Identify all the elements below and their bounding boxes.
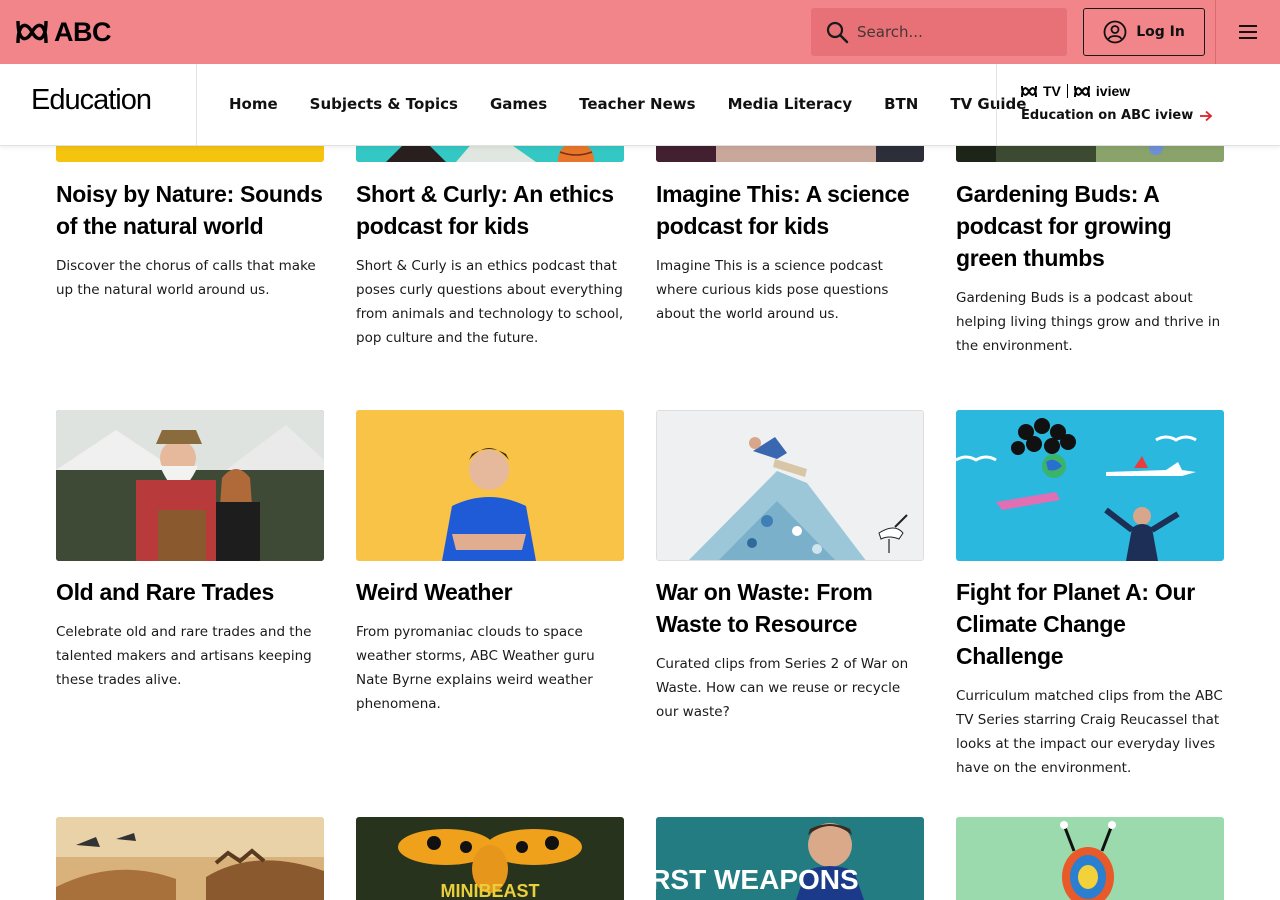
first-weapons-image: FIRST WEAPONS	[656, 817, 924, 900]
iview-promo[interactable]: TV iview Education on ABC iview	[1021, 83, 1213, 123]
login-button[interactable]: Log In	[1083, 8, 1205, 56]
card-title[interactable]: Imagine This: A science podcast for kids	[656, 178, 924, 242]
trades-image	[56, 410, 324, 561]
card-weird-weather[interactable]: Weird Weather From pyromaniac clouds to …	[356, 410, 624, 716]
minibeast-title-text: MINIBEAST	[441, 881, 540, 900]
card-old-and-rare-trades[interactable]: Old and Rare Trades Celebrate old and ra…	[56, 410, 324, 692]
search-input[interactable]	[857, 23, 1047, 41]
abc-wordmark: ABC	[54, 17, 112, 47]
card-title[interactable]: War on Waste: From Waste to Resource	[656, 576, 924, 640]
card-war-on-waste[interactable]: War on Waste: From Waste to Resource Cur…	[656, 410, 924, 724]
card-peacock-spider[interactable]	[956, 817, 1224, 900]
card-description: Short & Curly is an ethics podcast that …	[356, 258, 624, 346]
header-divider	[1215, 0, 1216, 64]
card-thumbnail[interactable]	[56, 817, 324, 900]
card-title[interactable]: Weird Weather	[356, 576, 624, 608]
card-gardening-buds[interactable]: Gardening Buds: A podcast for growing gr…	[956, 122, 1224, 358]
menu-button[interactable]	[1232, 18, 1264, 46]
waste-pile-image	[657, 411, 923, 560]
card-title[interactable]: Gardening Buds: A podcast for growing gr…	[956, 178, 1224, 274]
nav-link-tv-guide[interactable]: TV Guide	[950, 95, 1026, 113]
dinosaur-image	[56, 817, 324, 900]
nav-link-media-literacy[interactable]: Media Literacy	[728, 95, 853, 113]
planet-a-image	[956, 410, 1224, 561]
card-thumbnail[interactable]	[956, 410, 1224, 561]
nav-link-home[interactable]: Home	[229, 95, 278, 113]
card-minibeast[interactable]: MINIBEAST	[356, 817, 624, 900]
card-description: Gardening Buds is a podcast about helpin…	[956, 290, 1221, 354]
search-box[interactable]	[811, 8, 1067, 56]
arrow-right-icon	[1200, 110, 1213, 121]
abc-tv-logo: TV	[1043, 83, 1061, 99]
abc-lissajous-icon	[1021, 85, 1037, 97]
card-thumbnail[interactable]	[656, 410, 924, 561]
nav-link-subjects-topics[interactable]: Subjects & Topics	[310, 95, 458, 113]
card-short-and-curly[interactable]: Short & Curly: An ethics podcast for kid…	[356, 122, 624, 350]
card-thumbnail[interactable]: FIRST WEAPONS	[656, 817, 924, 900]
logo-separator	[1066, 84, 1068, 98]
nav-link-games[interactable]: Games	[490, 95, 547, 113]
iview-link-label: Education on ABC iview	[1021, 108, 1194, 123]
nav-link-teacher-news[interactable]: Teacher News	[579, 95, 695, 113]
card-fight-for-planet-a[interactable]: Fight for Planet A: Our Climate Change C…	[956, 410, 1224, 780]
abc-logo[interactable]: ABC	[16, 17, 112, 47]
card-dinosaurs[interactable]	[56, 817, 324, 900]
card-title[interactable]: Fight for Planet A: Our Climate Change C…	[956, 576, 1224, 672]
search-icon	[826, 21, 849, 44]
spider-image	[956, 817, 1224, 900]
card-title[interactable]: Short & Curly: An ethics podcast for kid…	[356, 178, 624, 242]
weather-presenter-image	[356, 410, 624, 561]
card-noisy-by-nature[interactable]: Noisy by Nature: Sounds of the natural w…	[56, 122, 324, 302]
card-description: Curated clips from Series 2 of War on Wa…	[656, 656, 909, 720]
nav-divider	[996, 64, 997, 145]
abc-iview-logo: iview	[1095, 83, 1131, 99]
card-description: Imagine This is a science podcast where …	[656, 258, 889, 322]
card-description: Curriculum matched clips from the ABC TV…	[956, 688, 1223, 776]
first-weapons-title-text: FIRST WEAPONS	[656, 864, 859, 895]
nav-divider	[196, 64, 197, 145]
card-description: From pyromaniac clouds to space weather …	[356, 624, 595, 712]
card-description: Discover the chorus of calls that make u…	[56, 258, 316, 298]
section-title[interactable]: Education	[31, 84, 152, 117]
nav-link-btn[interactable]: BTN	[884, 95, 918, 113]
card-thumbnail[interactable]	[956, 817, 1224, 900]
iview-link[interactable]: Education on ABC iview	[1021, 108, 1213, 123]
user-icon	[1103, 20, 1127, 44]
card-imagine-this[interactable]: Imagine This: A science podcast for kids…	[656, 122, 924, 326]
section-nav: Education Home Subjects & Topics Games T…	[0, 64, 1280, 146]
login-label: Log In	[1136, 24, 1185, 40]
card-thumbnail[interactable]	[356, 410, 624, 561]
card-thumbnail[interactable]: MINIBEAST	[356, 817, 624, 900]
minibeast-image: MINIBEAST	[356, 817, 624, 900]
card-description: Celebrate old and rare trades and the ta…	[56, 624, 312, 688]
hamburger-icon	[1239, 25, 1257, 39]
section-links: Home Subjects & Topics Games Teacher New…	[229, 95, 1026, 113]
card-title[interactable]: Noisy by Nature: Sounds of the natural w…	[56, 178, 324, 242]
card-title[interactable]: Old and Rare Trades	[56, 576, 324, 608]
card-first-weapons[interactable]: FIRST WEAPONS	[656, 817, 924, 900]
abc-lissajous-icon	[16, 20, 48, 44]
card-thumbnail[interactable]	[56, 410, 324, 561]
top-bar: ABC Log In	[0, 0, 1280, 64]
iview-logos: TV iview	[1021, 83, 1213, 99]
abc-lissajous-icon	[1073, 85, 1090, 97]
